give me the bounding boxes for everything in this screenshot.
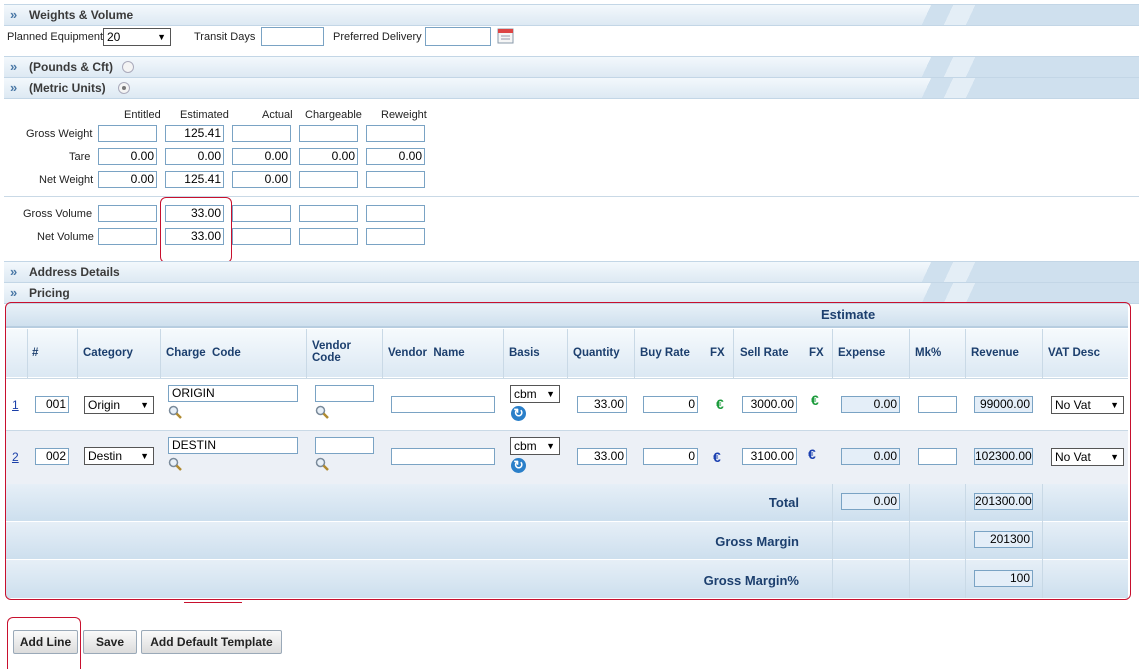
weights-volume-header[interactable]: » Weights & Volume (4, 4, 1139, 26)
chevron-down-icon: ▼ (157, 32, 166, 42)
gross-weight-entitled[interactable] (98, 125, 157, 142)
tare-reweight[interactable]: 0.00 (366, 148, 425, 165)
net-weight-chargeable[interactable] (299, 171, 358, 188)
pounds-cft-header[interactable]: » (Pounds & Cft) (4, 56, 1139, 78)
tare-estimated[interactable]: 0.00 (165, 148, 224, 165)
gross-volume-chargeable[interactable] (299, 205, 358, 222)
net-volume-actual[interactable] (232, 228, 291, 245)
transit-days-label: Transit Days (194, 31, 256, 43)
gross-weight-actual[interactable] (232, 125, 291, 142)
col-reweight: Reweight (381, 109, 427, 121)
net-weight-label: Net Weight (39, 174, 94, 186)
net-volume-chargeable[interactable] (299, 228, 358, 245)
gross-volume-actual[interactable] (232, 205, 291, 222)
section-title: (Metric Units) (29, 81, 106, 95)
net-weight-reweight[interactable] (366, 171, 425, 188)
net-volume-label: Net Volume (37, 231, 94, 243)
gross-volume-entitled[interactable] (98, 205, 157, 222)
chevron-icon: » (10, 7, 18, 22)
planned-equipment-label: Planned Equipment (7, 31, 104, 43)
col-estimated: Estimated (180, 109, 229, 121)
net-volume-entitled[interactable] (98, 228, 157, 245)
net-weight-actual[interactable]: 0.00 (232, 171, 291, 188)
preferred-delivery-label: Preferred Delivery (333, 31, 422, 43)
section-title: Weights & Volume (29, 8, 134, 22)
net-volume-reweight[interactable] (366, 228, 425, 245)
metric-units-header[interactable]: » (Metric Units) (4, 77, 1139, 99)
preferred-delivery-input[interactable] (425, 27, 491, 46)
section-title: Pricing (29, 286, 70, 300)
col-actual: Actual (262, 109, 293, 121)
gross-weight-estimated[interactable]: 125.41 (165, 125, 224, 142)
planned-equipment-select[interactable]: 20 ▼ (103, 28, 171, 46)
add-default-template-button[interactable]: Add Default Template (141, 630, 282, 654)
gross-weight-reweight[interactable] (366, 125, 425, 142)
add-line-highlight (7, 617, 81, 669)
col-entitled: Entitled (124, 109, 161, 121)
col-chargeable: Chargeable (305, 109, 362, 121)
section-title: (Pounds & Cft) (29, 60, 113, 74)
pricing-header[interactable]: » Pricing (4, 282, 1139, 304)
tare-actual[interactable]: 0.00 (232, 148, 291, 165)
gross-weight-label: Gross Weight (26, 128, 93, 140)
pounds-radio[interactable] (122, 61, 134, 73)
save-button[interactable]: Save (83, 630, 137, 654)
calendar-icon[interactable] (497, 27, 515, 45)
net-weight-entitled[interactable]: 0.00 (98, 171, 157, 188)
tare-chargeable[interactable]: 0.00 (299, 148, 358, 165)
chevron-icon: » (10, 264, 18, 279)
metric-radio[interactable] (118, 82, 130, 94)
chevron-icon: » (10, 59, 18, 74)
chevron-icon: » (10, 285, 18, 300)
net-weight-estimated[interactable]: 125.41 (165, 171, 224, 188)
gross-volume-reweight[interactable] (366, 205, 425, 222)
chevron-icon: » (10, 80, 18, 95)
address-details-header[interactable]: » Address Details (4, 261, 1139, 283)
volume-highlight (160, 197, 232, 263)
section-title: Address Details (29, 265, 120, 279)
gross-weight-chargeable[interactable] (299, 125, 358, 142)
pricing-highlight (5, 302, 1131, 600)
tare-label: Tare (69, 151, 91, 163)
gross-volume-label: Gross Volume (23, 208, 93, 220)
transit-days-input[interactable] (261, 27, 324, 46)
tare-entitled[interactable]: 0.00 (98, 148, 157, 165)
